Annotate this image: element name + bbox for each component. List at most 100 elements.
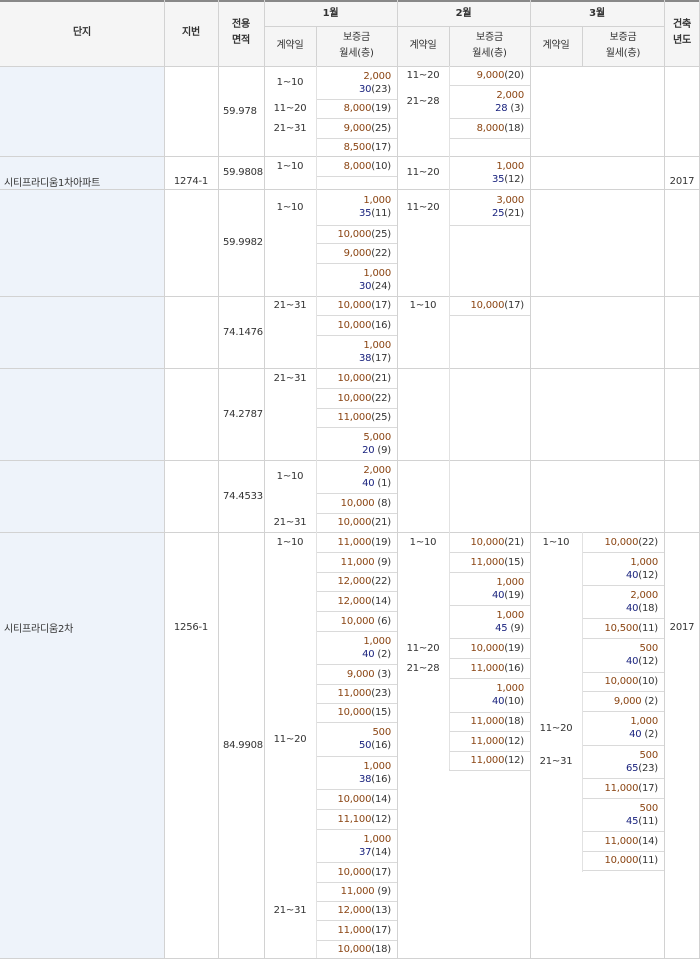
deposit-floor-line: 10,000(21) <box>337 516 391 529</box>
entry-cell: 1,000 40(10) <box>449 678 530 713</box>
header-month1: 1월 <box>322 8 339 19</box>
floor-value: (25) <box>371 122 391 134</box>
floor-value: (9) <box>374 444 391 456</box>
header-month3: 3월 <box>589 8 605 19</box>
rent-floor-line: 45 (9) <box>495 622 524 635</box>
entry-cell: 500 65(23) <box>582 745 664 779</box>
rent-floor-line: 40(12) <box>626 569 658 582</box>
deposit-value: 11,000 <box>470 556 505 568</box>
deposit-value: 12,000 <box>337 905 372 916</box>
floor-value: (14) <box>371 595 391 607</box>
deposit-value: 10,000 <box>337 319 372 331</box>
deposit-floor-line: 8,500(17) <box>343 141 392 154</box>
header-split <box>264 26 664 27</box>
floor-value: (14) <box>371 793 391 805</box>
rent-value: 35 <box>358 208 372 219</box>
entry-cell: 10,000(10) <box>582 672 664 692</box>
header-area: 전용 면적 <box>232 19 250 46</box>
header-lot: 지번 <box>182 27 200 38</box>
deposit-value: 10,000 <box>337 866 372 878</box>
floor-value: (17) <box>371 924 391 936</box>
floor-value: (12) <box>504 755 524 766</box>
deposit-value: 9,000 <box>613 695 642 707</box>
deposit-value: 11,000 <box>337 924 372 936</box>
rent-value: 50 <box>358 740 372 751</box>
floor-value: (15) <box>504 556 524 568</box>
floor-value: (8) <box>374 497 391 509</box>
deposit-value: 8,000 <box>343 103 372 114</box>
rent-value: 38 <box>358 773 372 785</box>
deposit-floor-line: 11,000(12) <box>470 735 524 748</box>
deposit-value: 11,000 <box>470 755 505 766</box>
entry-cell: 12,000(14) <box>316 591 397 612</box>
col-border <box>316 26 317 66</box>
deposit-floor-line: 10,000(14) <box>337 793 391 806</box>
area-cell: 59.978 <box>223 105 257 117</box>
floor-value: (9) <box>374 556 391 568</box>
rent-floor-line: 40(18) <box>626 602 658 615</box>
floor-value: (3) <box>507 102 524 114</box>
header-deposit-rent-1: 보증금 월세(층) <box>339 32 374 59</box>
rent-floor-line: 35(11) <box>359 207 391 220</box>
deposit-value: 8,500 <box>343 141 372 153</box>
floor-value: (24) <box>371 280 391 292</box>
transactions-table: 단지 지번 전용 면적 1월 2월 3월 건축 년도 계약일 보증금 월세(층)… <box>0 0 700 960</box>
contract-day: 1~10 <box>276 160 304 172</box>
entry-cell: 11,000(16) <box>449 658 530 679</box>
built-year: 2017 <box>669 621 695 633</box>
deposit-value: 10,000 <box>604 855 639 866</box>
deposit-floor-line: 10,000(15) <box>337 706 391 719</box>
entry-cell: 11,000(17) <box>316 920 397 941</box>
floor-value: (9) <box>374 886 391 897</box>
deposit-value: 12,000 <box>337 576 372 587</box>
contract-day: 1~10 <box>409 300 437 311</box>
contract-day: 21~28 <box>406 662 440 674</box>
entry-cell: 1,000 37(14) <box>316 829 397 863</box>
floor-value: (10) <box>638 676 658 687</box>
rent-floor-line: 40(10) <box>492 695 524 708</box>
rent-value: 65 <box>625 762 639 774</box>
deposit-value: 10,000 <box>337 392 372 404</box>
deposit-floor-line: 11,000(15) <box>470 556 524 569</box>
floor-value: (18) <box>638 602 658 614</box>
lot-number: 1274-1 <box>173 175 209 187</box>
entry-cell: 1,000 40 (2) <box>316 631 397 665</box>
row-divider <box>449 770 530 771</box>
rent-floor-line: 30(23) <box>359 83 391 96</box>
deposit-floor-line: 10,000(25) <box>337 228 391 241</box>
contract-day: 11~20 <box>406 70 440 81</box>
floor-value: (17) <box>504 300 524 311</box>
entry-cell: 11,000(19) <box>316 532 397 553</box>
deposit-value: 11,000 <box>604 835 639 847</box>
deposit-value: 11,000 <box>337 412 372 423</box>
header-deposit-rent-2: 보증금 월세(층) <box>472 32 507 59</box>
complex-name: 시티프라디움1차아파트 <box>4 177 101 189</box>
floor-value: (19) <box>504 642 524 654</box>
floor-value: (13) <box>371 905 391 916</box>
entry-cell: 10,000(22) <box>582 532 664 553</box>
entry-cell: 1,000 40(12) <box>582 552 664 586</box>
floor-value: (22) <box>371 247 391 259</box>
floor-value: (10) <box>371 160 391 172</box>
contract-day: 1~10 <box>276 201 304 213</box>
entry-cell: 10,000(25) <box>316 225 397 244</box>
deposit-value: 9,000 <box>343 247 372 259</box>
deposit-floor-line: 10,000(19) <box>470 642 524 655</box>
deposit-floor-line: 10,000(11) <box>604 854 658 867</box>
entry-cell: 1,000 45 (9) <box>449 605 530 639</box>
floor-value: (22) <box>371 392 391 404</box>
deposit-value: 1,000 <box>363 339 391 351</box>
row-border <box>0 532 700 533</box>
entry-cell: 11,000 (9) <box>316 882 397 902</box>
rent-value: 40 <box>625 656 639 667</box>
entry-cell: 500 40(12) <box>582 638 664 673</box>
floor-value: (12) <box>638 656 658 667</box>
row-border <box>0 66 700 67</box>
deposit-floor-line: 11,000(17) <box>337 924 391 937</box>
header-built-year: 건축 년도 <box>673 19 691 46</box>
lot-number: 1256-1 <box>173 621 209 633</box>
contract-day: 1~10 <box>276 536 304 548</box>
contract-day: 21~31 <box>273 122 307 134</box>
rent-floor-line: 38(17) <box>359 352 391 365</box>
deposit-value: 10,000 <box>337 793 372 805</box>
